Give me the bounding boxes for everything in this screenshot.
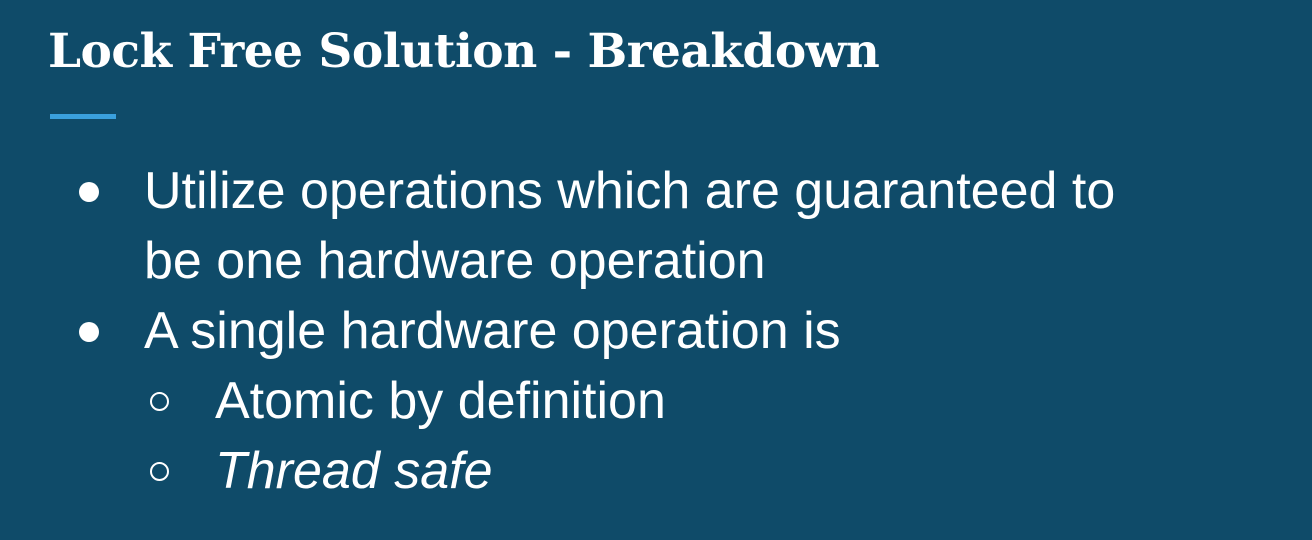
bullet-item: Utilize operations which are guaranteed … [0, 156, 1312, 296]
sub-bullet-text-italic: Thread safe [215, 442, 493, 500]
bullet-line: A single hardware operation is [0, 296, 1312, 366]
filled-bullet-icon [79, 182, 99, 202]
sub-bullet-item: Thread safe [0, 436, 1312, 506]
bullet-line-continued: be one hardware operation [0, 226, 1312, 296]
bullet-text: be one hardware operation [144, 232, 766, 290]
bullet-text: A single hardware operation is [144, 302, 841, 360]
sub-bullet-text: Atomic by definition [215, 372, 666, 430]
slide: Lock Free Solution - Breakdown Utilize o… [0, 0, 1312, 540]
bullet-text: Utilize operations which are guaranteed … [144, 162, 1116, 220]
title-accent-rule [50, 114, 116, 119]
bullet-line: Utilize operations which are guaranteed … [0, 156, 1312, 226]
slide-title: Lock Free Solution - Breakdown [48, 24, 880, 79]
sub-bullet-item: Atomic by definition [0, 366, 1312, 436]
hollow-bullet-icon [150, 392, 169, 411]
bullet-list: Utilize operations which are guaranteed … [0, 156, 1312, 506]
hollow-bullet-icon [150, 462, 169, 481]
sub-bullet-list: Atomic by definition Thread safe [0, 366, 1312, 506]
bullet-item: A single hardware operation is Atomic by… [0, 296, 1312, 506]
filled-bullet-icon [79, 322, 99, 342]
